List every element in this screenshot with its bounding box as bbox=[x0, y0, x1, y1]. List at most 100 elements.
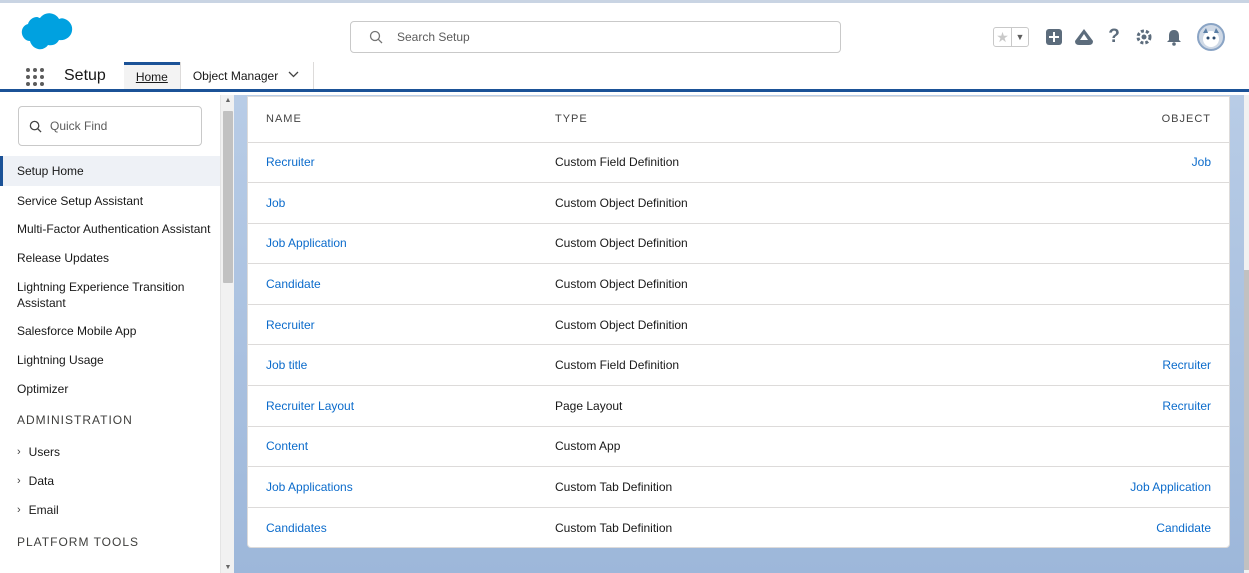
sidebar-item-mfa-assistant[interactable]: Multi-Factor Authentication Assistant bbox=[0, 215, 220, 243]
header-actions: ★ ▼ ? bbox=[993, 21, 1225, 53]
result-name-link[interactable]: Recruiter bbox=[266, 318, 315, 332]
column-header-object[interactable]: OBJECT bbox=[937, 97, 1229, 143]
setup-sidebar: Quick Find Setup Home Service Setup Assi… bbox=[0, 95, 232, 573]
user-avatar[interactable] bbox=[1197, 23, 1225, 51]
search-results-table: NAME TYPE OBJECT Recruiter Custom Field … bbox=[248, 97, 1229, 548]
sidebar-item-label: Data bbox=[28, 473, 55, 488]
table-row: Recruiter Custom Field Definition Job bbox=[248, 142, 1229, 184]
result-type: Custom Object Definition bbox=[537, 304, 937, 346]
chevron-right-icon: › bbox=[17, 503, 21, 516]
sidebar-item-label: Optimizer bbox=[17, 381, 69, 396]
favorites-dropdown-icon[interactable]: ▼ bbox=[1012, 28, 1028, 46]
result-object-link[interactable]: Candidate bbox=[1156, 521, 1211, 535]
sidebar-item-label: Lightning Usage bbox=[17, 352, 104, 367]
result-name-link[interactable]: Content bbox=[266, 439, 308, 453]
result-type: Custom Tab Definition bbox=[555, 520, 673, 535]
table-row: Job Custom Object Definition bbox=[248, 182, 1229, 224]
sidebar-item-label: Salesforce Mobile App bbox=[17, 324, 137, 338]
quick-find-placeholder: Quick Find bbox=[50, 119, 108, 133]
scroll-down-arrow-icon[interactable]: ▼ bbox=[224, 564, 232, 571]
sidebar-item-lightning-usage[interactable]: Lightning Usage bbox=[0, 345, 220, 374]
settings-gear-icon[interactable] bbox=[1133, 26, 1155, 48]
section-platform-tools: PLATFORM TOOLS bbox=[17, 535, 140, 549]
result-object-link[interactable]: Job bbox=[1192, 155, 1211, 169]
tab-object-manager-label: Object Manager bbox=[192, 68, 279, 83]
search-icon bbox=[369, 30, 383, 44]
result-type: Custom Field Definition bbox=[537, 142, 937, 184]
table-row: Candidates Custom Tab Definition Candida… bbox=[248, 507, 1229, 548]
tab-object-manager[interactable]: Object Manager bbox=[179, 62, 315, 89]
column-header-type[interactable]: TYPE bbox=[537, 97, 937, 143]
column-header-name[interactable]: NAME bbox=[248, 97, 537, 143]
result-type: Custom Tab Definition bbox=[537, 466, 937, 508]
table-row: Job Applications Custom Tab Definition J… bbox=[248, 466, 1229, 508]
result-object-link[interactable]: Recruiter bbox=[1162, 399, 1211, 413]
table-header-row: NAME TYPE OBJECT bbox=[248, 97, 1229, 143]
notifications-bell-icon[interactable] bbox=[1163, 26, 1185, 48]
sidebar-item-label: Users bbox=[28, 444, 61, 459]
result-name-link[interactable]: Job title bbox=[266, 358, 307, 372]
result-name-link[interactable]: Candidates bbox=[266, 521, 327, 535]
chevron-down-icon[interactable] bbox=[288, 70, 299, 81]
sidebar-item-label: Email bbox=[28, 502, 59, 517]
app-launcher-icon[interactable] bbox=[22, 64, 48, 90]
result-name-link[interactable]: Recruiter Layout bbox=[266, 399, 354, 413]
search-setup-input[interactable]: Search Setup bbox=[350, 21, 841, 53]
search-results-card: NAME TYPE OBJECT Recruiter Custom Field … bbox=[247, 96, 1230, 548]
result-type: Custom Object Definition bbox=[537, 263, 937, 305]
result-name-link[interactable]: Job bbox=[266, 196, 285, 210]
chevron-right-icon: › bbox=[17, 474, 21, 487]
sidebar-item-mobile-app[interactable]: Salesforce Mobile App bbox=[0, 317, 220, 345]
sidebar-item-label: Release Updates bbox=[17, 250, 110, 265]
sidebar-item-data[interactable]: › Data bbox=[0, 466, 220, 495]
trailhead-icon[interactable] bbox=[1073, 26, 1095, 48]
sidebar-item-lightning-transition[interactable]: Lightning Experience Transition Assistan… bbox=[0, 272, 195, 317]
sidebar-item-setup-home[interactable]: Setup Home bbox=[0, 156, 220, 186]
section-administration: ADMINISTRATION bbox=[17, 413, 133, 427]
salesforce-logo[interactable] bbox=[16, 12, 76, 54]
result-type: Page Layout bbox=[537, 385, 937, 427]
page-scrollbar-thumb[interactable] bbox=[1244, 270, 1249, 570]
scrollbar-thumb[interactable] bbox=[223, 111, 233, 283]
sidebar-item-service-setup-assistant[interactable]: Service Setup Assistant bbox=[0, 186, 220, 215]
result-type: Custom Field Definition bbox=[537, 344, 937, 387]
table-row: Content Custom App bbox=[248, 426, 1229, 468]
result-object-link[interactable]: Job Application bbox=[1130, 480, 1211, 494]
search-placeholder: Search Setup bbox=[397, 30, 470, 44]
app-name: Setup bbox=[64, 66, 106, 84]
sidebar-scrollbar[interactable]: ▲ ▼ bbox=[220, 95, 234, 573]
chevron-right-icon: › bbox=[17, 445, 21, 458]
search-icon bbox=[29, 120, 42, 133]
table-row: Candidate Custom Object Definition bbox=[248, 263, 1229, 305]
table-row: Job Application Custom Object Definition bbox=[248, 223, 1229, 265]
result-name-link[interactable]: Job Applications bbox=[266, 480, 353, 494]
result-type: Custom Object Definition bbox=[537, 182, 937, 224]
favorite-star-icon[interactable]: ★ bbox=[994, 28, 1012, 46]
page-scrollbar[interactable] bbox=[1244, 95, 1249, 573]
scroll-up-arrow-icon[interactable]: ▲ bbox=[224, 97, 232, 104]
tab-home-label: Home bbox=[135, 70, 168, 84]
table-row: Job title Custom Field Definition Recrui… bbox=[248, 344, 1229, 387]
result-type: Custom Object Definition bbox=[537, 223, 937, 265]
sidebar-item-label: Service Setup Assistant bbox=[17, 193, 144, 208]
sidebar-item-label: Setup Home bbox=[17, 164, 84, 178]
sidebar-item-optimizer[interactable]: Optimizer bbox=[0, 374, 220, 403]
result-object-link[interactable]: Recruiter bbox=[1162, 358, 1211, 372]
sidebar-item-release-updates[interactable]: Release Updates bbox=[0, 243, 220, 272]
result-name-link[interactable]: Recruiter bbox=[266, 155, 315, 169]
sidebar-item-label: Multi-Factor Authentication Assistant bbox=[17, 222, 211, 236]
context-bar: Setup Home Object Manager bbox=[0, 62, 1249, 92]
result-name-link[interactable]: Job Application bbox=[266, 236, 347, 250]
result-type: Custom App bbox=[537, 426, 937, 468]
global-create-icon[interactable] bbox=[1043, 26, 1065, 48]
tab-home[interactable]: Home bbox=[123, 62, 180, 89]
result-name-link[interactable]: Candidate bbox=[266, 277, 321, 291]
sidebar-item-users[interactable]: › Users bbox=[0, 437, 220, 466]
quick-find-input[interactable]: Quick Find bbox=[18, 106, 202, 146]
sidebar-nav: Setup Home Service Setup Assistant Multi… bbox=[0, 156, 220, 560]
table-row: Recruiter Custom Object Definition bbox=[248, 304, 1229, 346]
global-header: Search Setup ★ ▼ ? bbox=[0, 0, 1249, 62]
help-icon[interactable]: ? bbox=[1103, 26, 1125, 48]
table-row: Recruiter Layout Page Layout Recruiter bbox=[248, 385, 1229, 427]
sidebar-item-email[interactable]: › Email bbox=[0, 495, 220, 524]
